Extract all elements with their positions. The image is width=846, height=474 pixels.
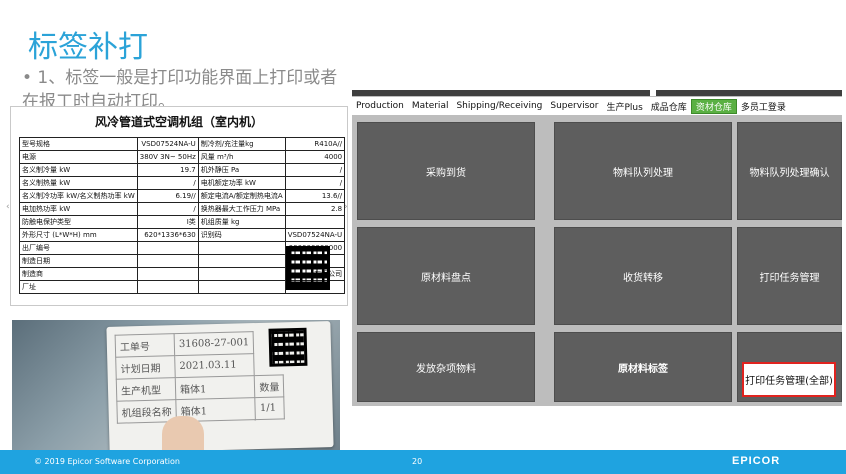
photo-cell: 箱体1 xyxy=(175,375,256,400)
label-cell: 名义制热量 kW xyxy=(19,176,138,190)
table-row: 电源 380V 3N~ 50Hz 风量 m³/h 4000 xyxy=(19,150,346,164)
label-cell: 出厂编号 xyxy=(19,241,138,255)
menu-item-supervisor[interactable]: Supervisor xyxy=(546,101,602,111)
purchase-receipt-button[interactable]: 采购到货 xyxy=(357,122,535,220)
photo-label-table: 工单号 31608-27-001 计划日期 2021.03.11 生产机型 箱体… xyxy=(115,330,286,424)
menu-item-material[interactable]: Material xyxy=(408,101,453,111)
panel-topbar xyxy=(352,90,842,96)
photo-cell: 2021.03.11 xyxy=(174,353,255,378)
label-cell: 2.8 xyxy=(284,202,346,216)
label-cell xyxy=(136,254,199,268)
label-photo: 工单号 31608-27-001 计划日期 2021.03.11 生产机型 箱体… xyxy=(12,320,340,454)
page-number: 20 xyxy=(412,457,423,466)
label-cell xyxy=(197,254,286,268)
label-cell: 13.6// xyxy=(284,189,346,203)
label-cell: 额定电流A/额定制热电流A xyxy=(197,189,286,203)
label-cell: VSD07524NA-U xyxy=(136,137,199,151)
label-cell xyxy=(136,280,199,294)
menu-item-materials-warehouse[interactable]: 资材仓库 xyxy=(690,98,737,114)
label-cell: 4000 xyxy=(284,150,346,164)
label-cell: 制造日期 xyxy=(19,254,138,268)
photo-cell: 工单号 xyxy=(115,333,175,358)
epicor-logo: EPICOR xyxy=(732,455,781,467)
qr-code-icon xyxy=(286,246,330,290)
menu-item-production[interactable]: Production xyxy=(352,101,408,111)
label-cell: 厂址 xyxy=(19,280,138,294)
label-cell: 风量 m³/h xyxy=(197,150,286,164)
photo-cell: 31608-27-001 xyxy=(174,331,255,356)
table-row: 名义制热量 kW / 电机额定功率 kW / xyxy=(19,176,346,190)
qr-code-icon xyxy=(268,327,308,367)
menu-item-shipping[interactable]: Shipping/Receiving xyxy=(452,101,546,111)
label-cell: 620*1336*630 xyxy=(136,228,199,242)
photo-cell: 生产机型 xyxy=(116,377,176,402)
label-cell: VSD07524NA-U xyxy=(284,228,346,242)
table-row: 机组段名称 箱体1 1/1 xyxy=(116,396,285,424)
misc-issue-button[interactable]: 发放杂项物料 xyxy=(357,332,535,402)
label-cell: / xyxy=(136,176,199,190)
qty-label: 数量 xyxy=(254,374,285,398)
raw-inventory-button[interactable]: 原材料盘点 xyxy=(357,227,535,325)
table-row: 工单号 31608-27-001 xyxy=(115,331,283,358)
label-cell: 换热器最大工作压力 MPa xyxy=(197,202,286,216)
label-cell: 电机额定功率 kW xyxy=(197,176,286,190)
label-cell xyxy=(197,280,286,294)
label-cell: 防触电保护类型 xyxy=(19,215,138,229)
print-task-button[interactable]: 打印任务管理 xyxy=(737,227,842,325)
footer-bar: © 2019 Epicor Software Corporation 20 EP… xyxy=(0,450,846,474)
material-queue-confirm-button[interactable]: 物料队列处理确认 xyxy=(737,122,842,220)
label-cell: R410A// xyxy=(284,137,346,151)
label-cell: 6.19// xyxy=(136,189,199,203)
slide-title: 标签补打 xyxy=(28,30,148,65)
table-row: 名义制冷量 kW 19.7 机外静压 Pa / xyxy=(19,163,346,177)
table-row: 防触电保护类型 I类 机组质量 kg xyxy=(19,215,346,229)
label-cell: 电加热功率 kW xyxy=(19,202,138,216)
footer-copyright: © 2019 Epicor Software Corporation xyxy=(34,457,180,466)
thumb-shape xyxy=(162,416,204,454)
label-cell: 识别码 xyxy=(197,228,286,242)
table-row: 电加热功率 kW / 换热器最大工作压力 MPa 2.8 xyxy=(19,202,346,216)
label-cell: / xyxy=(284,176,346,190)
menu-item-finished-goods[interactable]: 成品仓库 xyxy=(647,100,691,113)
table-row: 外形尺寸 (L*W*H) mm 620*1336*630 识别码 VSD07524NA… xyxy=(19,228,346,242)
print-task-all-button[interactable]: 打印任务管理(全部) xyxy=(742,362,836,397)
qty-value: 1/1 xyxy=(255,396,285,420)
transfer-button[interactable]: 收货转移 xyxy=(554,227,732,325)
right-handle-icon: › xyxy=(344,202,348,212)
label-cell: 380V 3N~ 50Hz xyxy=(136,150,199,164)
label-cell: 外形尺寸 (L*W*H) mm xyxy=(19,228,138,242)
label-cell xyxy=(197,267,286,281)
label-cell: / xyxy=(284,163,346,177)
label-cell: 制冷剂/充注量kg xyxy=(197,137,286,151)
label-cell: 电源 xyxy=(19,150,138,164)
photo-cell: 计划日期 xyxy=(115,355,176,380)
label-title: 风冷管道式空调机组（室内机） xyxy=(94,115,263,129)
table-row: 名义制冷功率 kW/名义制热功率 kW 6.19//额定电流A/额定制热电流A 13… xyxy=(19,189,346,203)
menu-bar: Production Material Shipping/Receiving S… xyxy=(352,97,842,115)
label-cell: 机组质量 kg xyxy=(197,215,286,229)
label-cell: 名义制冷功率 kW/名义制热功率 kW xyxy=(19,189,138,203)
label-cell: 型号规格 xyxy=(19,137,138,151)
label-cell: 机外静压 Pa xyxy=(197,163,286,177)
label-cell: 名义制冷量 kW xyxy=(19,163,138,177)
label-cell xyxy=(197,241,286,255)
material-queue-button[interactable]: 物料队列处理 xyxy=(554,122,732,220)
label-cell: I类 xyxy=(136,215,199,229)
label-cell: / xyxy=(136,202,199,216)
label-cell: 制造商 xyxy=(19,267,138,281)
table-row: 型号规格 VSD07524NA-U 制冷剂/充注量kg R410A// xyxy=(19,137,346,151)
label-cell xyxy=(136,241,199,255)
printed-label-card: 工单号 31608-27-001 计划日期 2021.03.11 生产机型 箱体… xyxy=(106,321,334,453)
label-cell xyxy=(136,267,199,281)
label-cell: 19.7 xyxy=(136,163,199,177)
label-cell xyxy=(284,215,346,229)
menu-item-production-plus[interactable]: 生产Plus xyxy=(602,100,646,113)
raw-label-button[interactable]: 原材料标签 xyxy=(554,332,732,402)
menu-item-multi-employee-login[interactable]: 多员工登录 xyxy=(737,100,790,113)
left-handle-icon: ‹ xyxy=(6,202,10,212)
